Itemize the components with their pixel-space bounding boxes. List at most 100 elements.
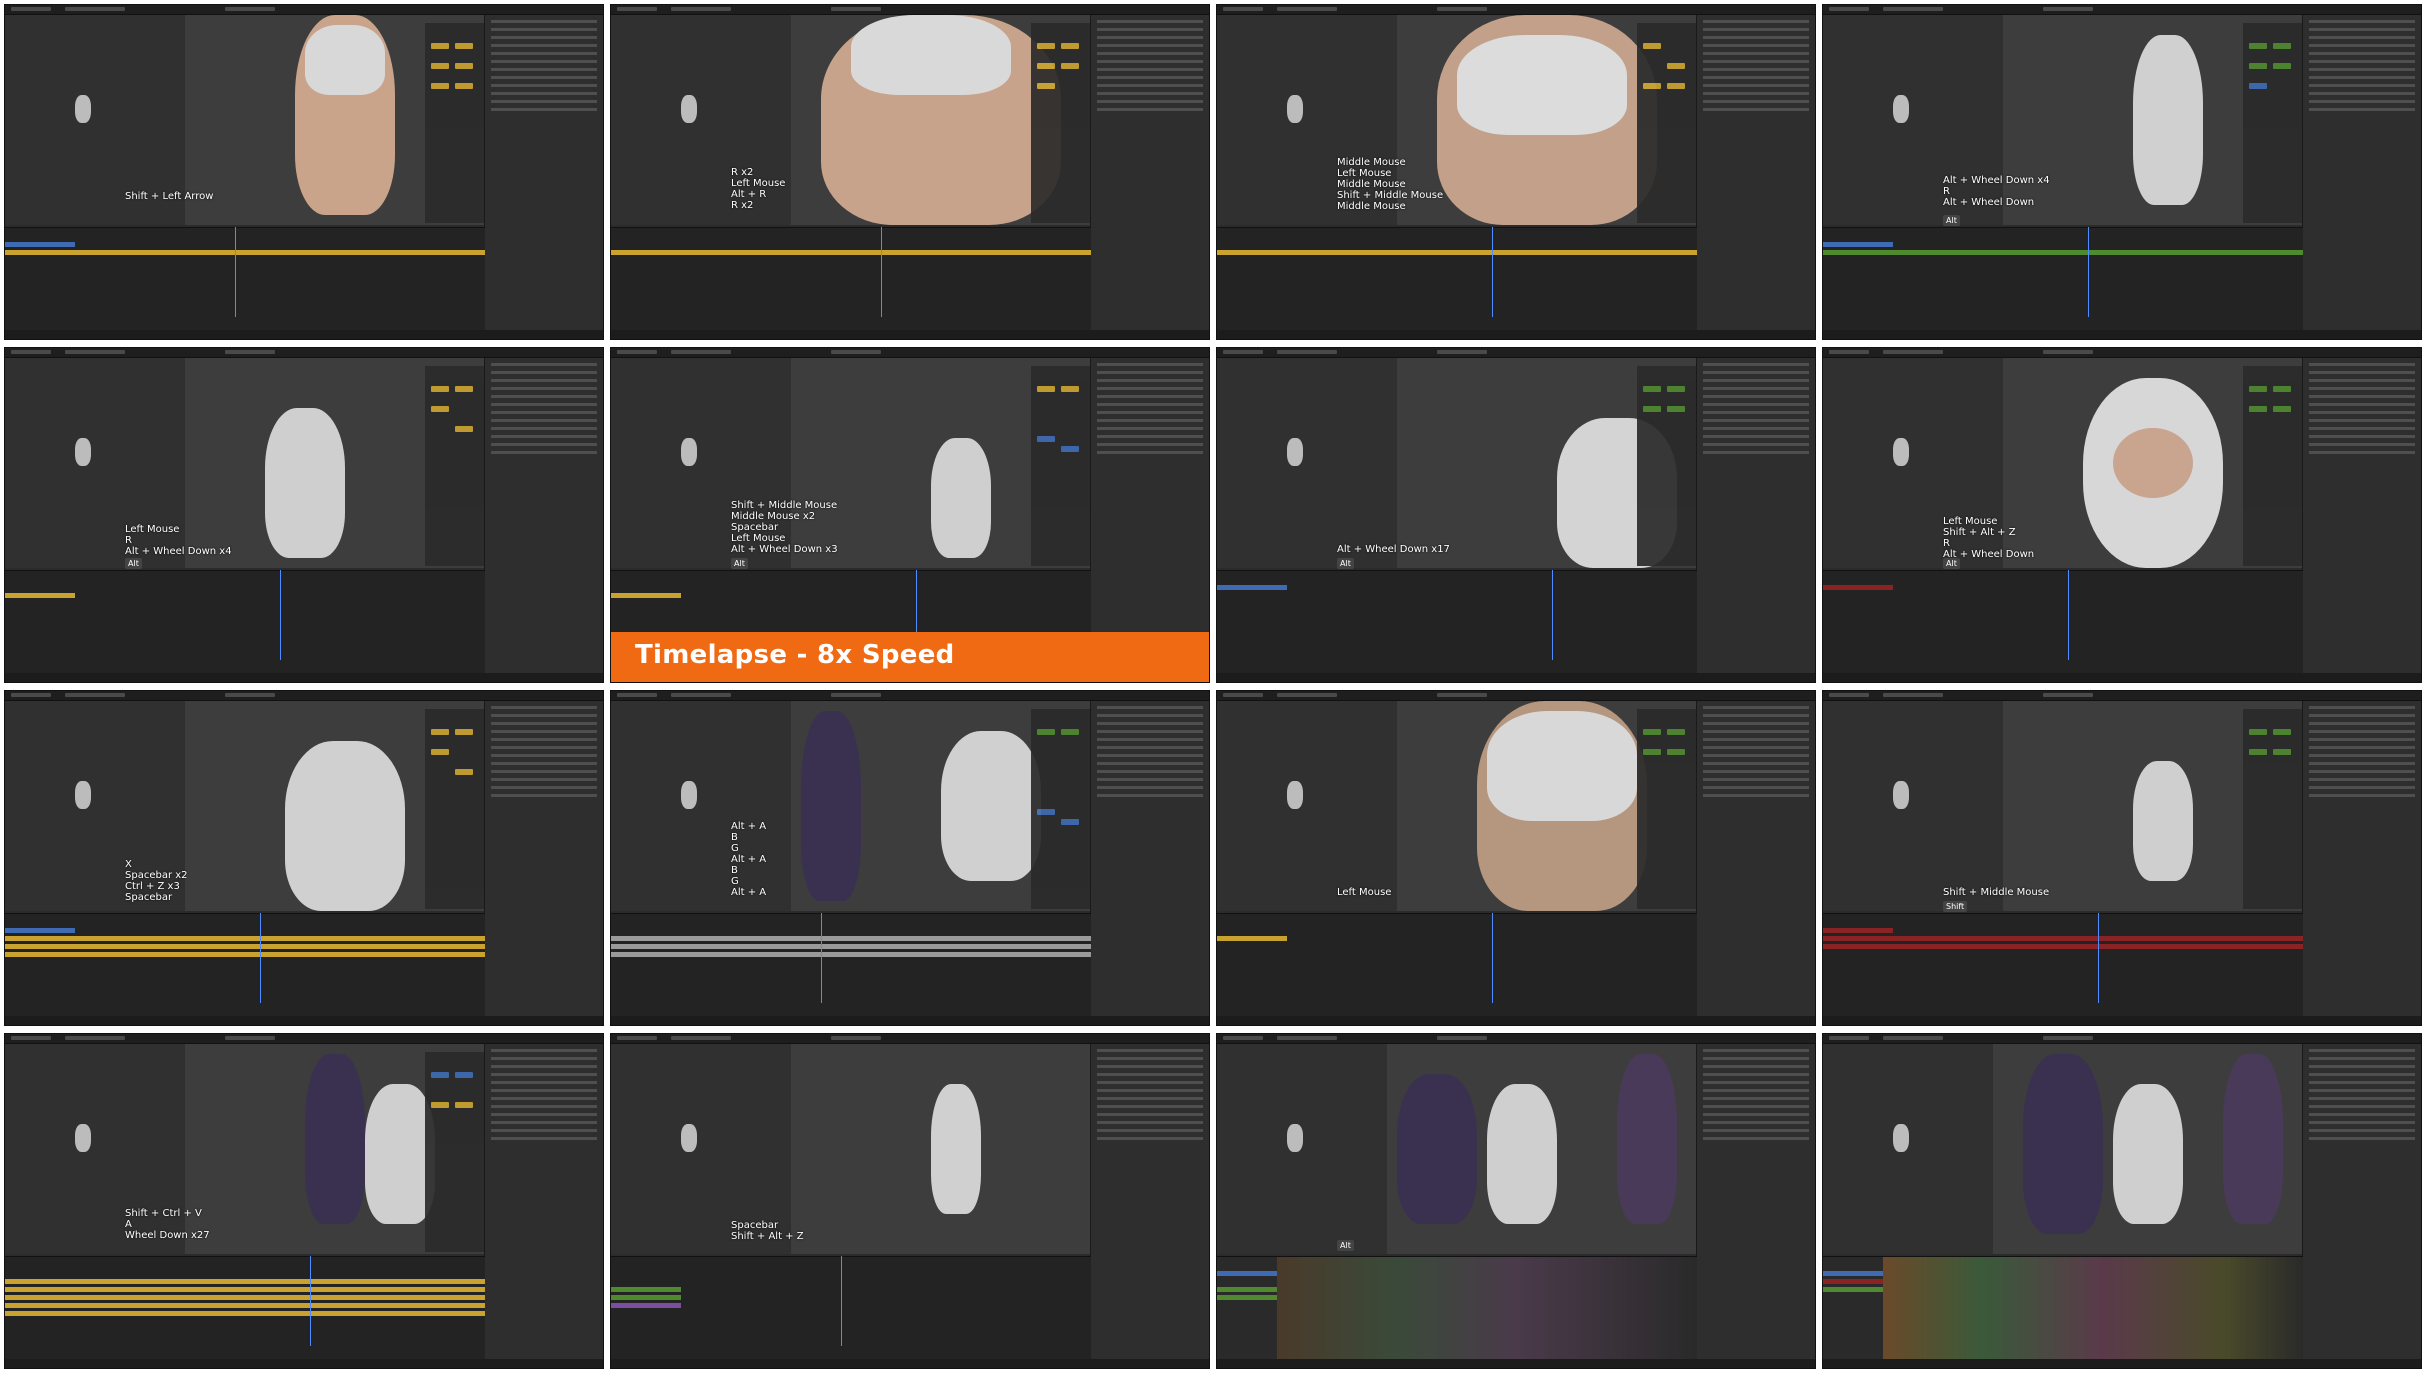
left-viewport[interactable] bbox=[1217, 701, 1398, 911]
playhead[interactable] bbox=[280, 570, 281, 660]
panel-4: Alt + Wheel Down x4 R Alt + Wheel Down A… bbox=[1822, 4, 2422, 340]
playhead[interactable] bbox=[1492, 227, 1493, 317]
panel-11: Left Mouse bbox=[1216, 690, 1816, 1026]
top-menu-bar[interactable] bbox=[1823, 1034, 2421, 1044]
panel-7: Alt + Wheel Down x17 Alt bbox=[1216, 347, 1816, 683]
timeline-editor[interactable] bbox=[1217, 1256, 1697, 1361]
top-menu-bar[interactable] bbox=[1823, 348, 2421, 358]
properties-panel[interactable] bbox=[1696, 358, 1815, 674]
playhead[interactable] bbox=[310, 1256, 311, 1346]
top-menu-bar[interactable] bbox=[1823, 5, 2421, 15]
n-panel[interactable] bbox=[1031, 366, 1091, 566]
top-menu-bar[interactable] bbox=[5, 691, 603, 701]
top-menu-bar[interactable] bbox=[1217, 1034, 1815, 1044]
properties-panel[interactable] bbox=[1090, 701, 1209, 1017]
second-character bbox=[1397, 1074, 1477, 1224]
n-panel[interactable] bbox=[425, 709, 485, 909]
properties-panel[interactable] bbox=[1696, 15, 1815, 331]
3d-viewport[interactable] bbox=[1387, 1044, 1697, 1254]
top-menu-bar[interactable] bbox=[611, 1034, 1209, 1044]
status-bar bbox=[1823, 1016, 2421, 1025]
timeline-editor[interactable] bbox=[611, 227, 1091, 332]
n-panel[interactable] bbox=[1031, 709, 1091, 909]
timeline-editor[interactable] bbox=[1217, 913, 1697, 1018]
properties-panel[interactable] bbox=[1090, 1044, 1209, 1360]
n-panel[interactable] bbox=[1637, 366, 1697, 566]
panel-15: Alt bbox=[1216, 1033, 1816, 1369]
properties-panel[interactable] bbox=[484, 15, 603, 331]
panel-14: Spacebar Shift + Alt + Z bbox=[610, 1033, 1210, 1369]
n-panel[interactable] bbox=[1031, 23, 1091, 223]
character-figure bbox=[931, 438, 991, 558]
timeline-editor[interactable] bbox=[1823, 1256, 2303, 1361]
character-figure bbox=[2133, 35, 2203, 205]
modifier-key-chip: Alt bbox=[1337, 1240, 1354, 1251]
properties-panel[interactable] bbox=[1696, 701, 1815, 1017]
n-panel[interactable] bbox=[425, 1052, 485, 1252]
top-menu-bar[interactable] bbox=[611, 5, 1209, 15]
timeline-editor[interactable] bbox=[5, 570, 485, 675]
properties-panel[interactable] bbox=[1696, 1044, 1815, 1360]
3d-viewport[interactable] bbox=[1993, 1044, 2303, 1254]
n-panel[interactable] bbox=[2243, 366, 2303, 566]
playhead[interactable] bbox=[2088, 227, 2089, 317]
top-menu-bar[interactable] bbox=[5, 348, 603, 358]
timeline-editor[interactable] bbox=[5, 227, 485, 332]
left-viewport[interactable] bbox=[1823, 1044, 2004, 1254]
timeline-editor[interactable] bbox=[611, 913, 1091, 1018]
timeline-editor[interactable] bbox=[5, 1256, 485, 1361]
timeline-editor[interactable] bbox=[1823, 570, 2303, 675]
properties-panel[interactable] bbox=[484, 1044, 603, 1360]
character-thumbnail bbox=[681, 438, 697, 466]
properties-panel[interactable] bbox=[484, 701, 603, 1017]
playhead[interactable] bbox=[1552, 570, 1553, 660]
n-panel[interactable] bbox=[2243, 709, 2303, 909]
timeline-editor[interactable] bbox=[5, 913, 485, 1018]
playhead[interactable] bbox=[1492, 913, 1493, 1003]
timeline-editor[interactable] bbox=[1823, 227, 2303, 332]
properties-panel[interactable] bbox=[2302, 358, 2421, 674]
playhead[interactable] bbox=[841, 1256, 842, 1346]
n-panel[interactable] bbox=[1637, 709, 1697, 909]
panel-9: X Spacebar x2 Ctrl + Z x3 Spacebar bbox=[4, 690, 604, 1026]
panel-10: Alt + A B G Alt + A B G Alt + A bbox=[610, 690, 1210, 1026]
playhead[interactable] bbox=[821, 913, 822, 1003]
timeline-editor[interactable] bbox=[1823, 913, 2303, 1018]
panel-3: Middle Mouse Left Mouse Middle Mouse Shi… bbox=[1216, 4, 1816, 340]
character-face bbox=[2113, 428, 2193, 498]
top-menu-bar[interactable] bbox=[1217, 348, 1815, 358]
properties-panel[interactable] bbox=[2302, 701, 2421, 1017]
playhead[interactable] bbox=[2098, 913, 2099, 1003]
properties-panel[interactable] bbox=[484, 358, 603, 674]
top-menu-bar[interactable] bbox=[5, 5, 603, 15]
status-bar bbox=[5, 330, 603, 339]
top-menu-bar[interactable] bbox=[1217, 691, 1815, 701]
playhead[interactable] bbox=[881, 227, 882, 317]
3d-viewport[interactable] bbox=[791, 1044, 1091, 1254]
playhead[interactable] bbox=[260, 913, 261, 1003]
n-panel[interactable] bbox=[2243, 23, 2303, 223]
top-menu-bar[interactable] bbox=[611, 691, 1209, 701]
n-panel[interactable] bbox=[425, 23, 485, 223]
timeline-editor[interactable] bbox=[1217, 570, 1697, 675]
keystroke-overlay: Shift + Left Arrow bbox=[125, 191, 214, 202]
top-menu-bar[interactable] bbox=[611, 348, 1209, 358]
timeline-editor[interactable] bbox=[1217, 227, 1697, 332]
status-bar bbox=[1217, 330, 1815, 339]
top-menu-bar[interactable] bbox=[1217, 5, 1815, 15]
n-panel[interactable] bbox=[425, 366, 485, 566]
left-viewport[interactable] bbox=[1217, 1044, 1398, 1254]
properties-panel[interactable] bbox=[2302, 15, 2421, 331]
character-outfit bbox=[1457, 35, 1627, 135]
top-menu-bar[interactable] bbox=[1823, 691, 2421, 701]
timeline-editor[interactable] bbox=[611, 1256, 1091, 1361]
top-menu-bar[interactable] bbox=[5, 1034, 603, 1044]
properties-panel[interactable] bbox=[1090, 15, 1209, 331]
n-panel[interactable] bbox=[1637, 23, 1697, 223]
playhead[interactable] bbox=[2068, 570, 2069, 660]
left-viewport[interactable] bbox=[1217, 358, 1398, 568]
properties-panel[interactable] bbox=[2302, 1044, 2421, 1360]
properties-panel[interactable] bbox=[1090, 358, 1209, 674]
left-viewport[interactable] bbox=[1823, 701, 2004, 911]
playhead[interactable] bbox=[235, 227, 236, 317]
